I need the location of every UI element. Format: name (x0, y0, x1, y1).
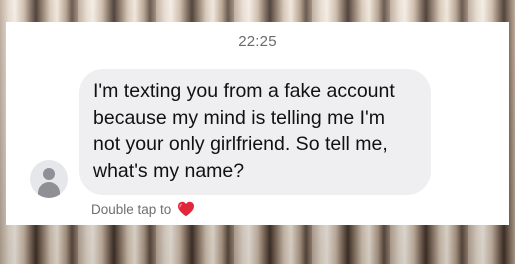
heart-icon[interactable] (177, 201, 195, 217)
reaction-hint: Double tap to (91, 201, 195, 217)
avatar[interactable] (30, 160, 68, 198)
reaction-hint-label: Double tap to (91, 201, 172, 217)
avatar-head-shape (43, 168, 55, 180)
avatar-shoulders-shape (38, 182, 60, 198)
message-text: I'm texting you from a fake account beca… (93, 80, 395, 182)
chat-thread: 22:25 I'm texting you from a fake accoun… (6, 22, 509, 225)
message-bubble[interactable]: I'm texting you from a fake account beca… (79, 69, 431, 195)
message-timestamp: 22:25 (238, 33, 277, 50)
